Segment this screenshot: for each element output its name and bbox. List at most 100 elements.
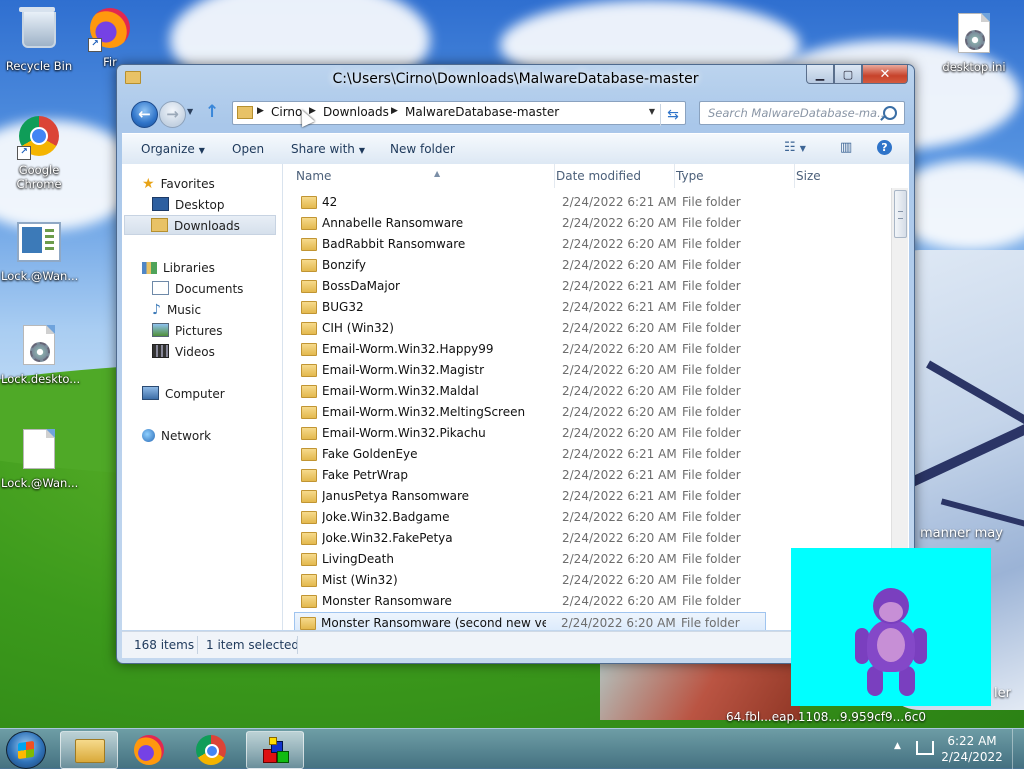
clock[interactable]: 6:22 AM 2/24/2022 [940, 733, 1004, 765]
file-name: CIH (Win32) [322, 321, 394, 335]
preview-pane-icon[interactable]: ▥ [840, 140, 852, 155]
breadcrumb-chevron-icon[interactable]: ▶ [257, 106, 264, 116]
refresh-button[interactable]: ⇆ [660, 104, 685, 126]
nav-downloads[interactable]: Downloads [124, 215, 276, 235]
show-hidden-icons-icon[interactable]: ▲ [894, 741, 901, 751]
column-header-size[interactable]: Size [796, 164, 876, 188]
view-options-icon[interactable]: ☷ ▼ [784, 140, 806, 155]
file-row[interactable]: CIH (Win32) 2/24/2022 6:20 AM File folder [296, 318, 776, 338]
file-row[interactable]: Joke.Win32.FakePetya 2/24/2022 6:20 AM Fil… [296, 528, 776, 548]
maximize-button[interactable]: ▢ [834, 65, 862, 84]
nav-favorites[interactable]: ★ Favorites [142, 174, 215, 194]
nav-libraries[interactable]: Libraries [142, 258, 215, 278]
forward-button[interactable]: → [159, 101, 186, 128]
nav-videos[interactable]: Videos [152, 342, 215, 362]
file-row[interactable]: JanusPetya Ransomware 2/24/2022 6:21 AM Fi… [296, 486, 776, 506]
search-icon[interactable] [883, 106, 897, 120]
nav-label: Documents [175, 282, 244, 296]
file-name: Email-Worm.Win32.Happy99 [322, 342, 494, 356]
desktop-icon-lock-desktop-ini[interactable]: Lock.deskto... [1, 322, 80, 386]
taskbar-firefox-button[interactable] [122, 731, 178, 767]
network-tray-icon[interactable] [916, 741, 934, 755]
file-row[interactable]: LivingDeath 2/24/2022 6:20 AM File folder [296, 549, 776, 569]
desktop-icon-google-chrome[interactable]: ↗ Google Chrome [1, 114, 77, 191]
nav-desktop[interactable]: Desktop [152, 195, 225, 215]
network-icon [142, 429, 155, 442]
file-row[interactable]: BadRabbit Ransomware 2/24/2022 6:20 AM Fil… [296, 234, 776, 254]
close-button[interactable]: ✕ [862, 65, 908, 84]
column-header-name[interactable]: Name ▲ [296, 164, 555, 188]
title-bar[interactable]: C:\Users\Cirno\Downloads\MalwareDatabase… [117, 65, 914, 95]
file-type: File folder [682, 279, 741, 293]
file-row[interactable]: 42 2/24/2022 6:21 AM File folder [296, 192, 776, 212]
bonzi-overlay[interactable] [791, 548, 991, 706]
breadcrumb-downloads[interactable]: Downloads [323, 105, 389, 119]
navigation-bar: ← → ▼ ↑ ▶ Cirno ▶ Downloads ▶ MalwareDat… [125, 99, 905, 129]
nav-network[interactable]: Network [142, 426, 211, 446]
search-input[interactable]: Search MalwareDatabase-ma... [708, 106, 888, 120]
file-row[interactable]: Email-Worm.Win32.MeltingScreen 2/24/2022 … [296, 402, 776, 422]
breadcrumb-chevron-icon[interactable]: ▶ [391, 106, 398, 116]
address-dropdown-icon[interactable]: ▼ [649, 107, 655, 116]
folder-icon [301, 322, 317, 335]
file-name: Email-Worm.Win32.Magistr [322, 363, 485, 377]
nav-label: Desktop [175, 198, 225, 212]
nav-documents[interactable]: Documents [152, 279, 243, 299]
search-box[interactable]: Search MalwareDatabase-ma... [699, 101, 905, 125]
nav-label: Network [161, 429, 212, 443]
taskbar-app-button[interactable] [246, 731, 304, 769]
desktop-icon-desktop-ini[interactable]: desktop.ini [936, 10, 1012, 74]
file-row[interactable]: BossDaMajor 2/24/2022 6:21 AM File folder [296, 276, 776, 296]
desktop-icon-label: Google Chrome [16, 163, 62, 191]
taskbar-explorer-button[interactable] [60, 731, 118, 769]
desktop-icon-firefox[interactable]: ↗ Fir [80, 6, 140, 69]
nav-music[interactable]: ♪ Music [152, 300, 201, 320]
nav-pictures[interactable]: Pictures [152, 321, 223, 341]
start-button[interactable] [6, 731, 46, 769]
open-button[interactable]: Open [232, 142, 264, 156]
nav-label: Libraries [163, 261, 215, 275]
file-type: File folder [682, 468, 741, 482]
file-row[interactable]: Email-Worm.Win32.Pikachu 2/24/2022 6:20 A… [296, 423, 776, 443]
file-row[interactable]: Email-Worm.Win32.Maldal 2/24/2022 6:20 AM… [296, 381, 776, 401]
file-date: 2/24/2022 6:20 AM [562, 258, 677, 272]
back-button[interactable]: ← [131, 101, 158, 128]
recent-pages-dropdown[interactable]: ▼ [187, 107, 193, 116]
column-header-type[interactable]: Type [676, 164, 795, 188]
file-row[interactable]: BUG32 2/24/2022 6:21 AM File folder [296, 297, 776, 317]
file-date: 2/24/2022 6:21 AM [562, 195, 677, 209]
desktop-icon-lock-file[interactable]: Lock.@Wan... [1, 426, 78, 490]
desktop-icon-lock-image[interactable]: Lock.@Wan... [1, 218, 78, 283]
file-row[interactable]: Email-Worm.Win32.Magistr 2/24/2022 6:20 A… [296, 360, 776, 380]
nav-computer[interactable]: Computer [142, 384, 225, 404]
purple-gorilla-icon[interactable] [853, 588, 929, 700]
nav-label: Downloads [174, 219, 240, 233]
minimize-button[interactable]: ▁ [806, 65, 834, 84]
settings-file-icon [23, 325, 55, 365]
file-row[interactable]: Email-Worm.Win32.Happy99 2/24/2022 6:20 A… [296, 339, 776, 359]
file-row[interactable]: Joke.Win32.Badgame 2/24/2022 6:20 AM File … [296, 507, 776, 527]
file-name: Bonzify [322, 258, 366, 272]
share-with-button[interactable]: Share with ▼ [291, 142, 365, 156]
file-row[interactable]: Bonzify 2/24/2022 6:20 AM File folder [296, 255, 776, 275]
file-name: BUG32 [322, 300, 364, 314]
help-icon[interactable]: ? [877, 140, 892, 155]
taskbar: ▲ 6:22 AM 2/24/2022 [0, 728, 1024, 769]
file-date: 2/24/2022 6:20 AM [562, 510, 677, 524]
file-row[interactable]: Monster Ransomware 2/24/2022 6:20 AM File … [296, 591, 776, 611]
column-header-date-modified[interactable]: Date modified [556, 164, 675, 188]
organize-button[interactable]: Organize ▼ [141, 142, 205, 156]
show-desktop-button[interactable] [1012, 729, 1024, 769]
new-folder-button[interactable]: New folder [390, 142, 455, 156]
taskbar-chrome-button[interactable] [184, 731, 240, 767]
up-arrow-icon[interactable]: ↑ [205, 102, 219, 122]
file-row[interactable]: Fake PetrWrap 2/24/2022 6:21 AM File folde… [296, 465, 776, 485]
desktop-icon-recycle-bin[interactable]: Recycle Bin [1, 6, 77, 73]
file-row[interactable]: Fake GoldenEye 2/24/2022 6:21 AM File fold… [296, 444, 776, 464]
breadcrumb-malwaredatabase[interactable]: MalwareDatabase-master [405, 105, 559, 119]
file-row[interactable]: Monster Ransomware (second new versi... 2… [294, 612, 766, 630]
file-row[interactable]: Mist (Win32) 2/24/2022 6:20 AM File folder [296, 570, 776, 590]
file-row[interactable]: Annabelle Ransomware 2/24/2022 6:20 AM Fil… [296, 213, 776, 233]
scrollbar-thumb[interactable] [894, 190, 907, 238]
file-date: 2/24/2022 6:21 AM [562, 468, 677, 482]
